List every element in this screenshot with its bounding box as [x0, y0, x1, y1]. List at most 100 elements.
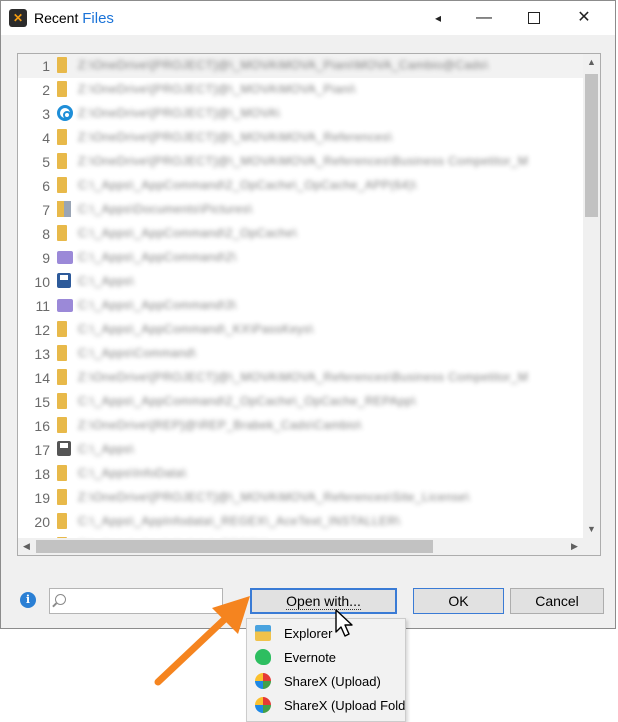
folder-yellow-icon	[57, 513, 67, 529]
row-number: 3	[42, 106, 50, 122]
row-number: 2	[42, 82, 50, 98]
file-path: C:\_Apps\_AppCommand\3\	[78, 298, 237, 312]
row-number: 8	[42, 226, 50, 242]
folder-yellow-icon	[57, 417, 67, 433]
row-number: 15	[34, 394, 50, 410]
folder-yellow-icon	[57, 81, 67, 97]
file-path: Z:\OneDrive\[PROJECT]@\_MOVA\MOVA_Refere…	[78, 130, 393, 144]
menu-item-explorer[interactable]: Explorer	[247, 621, 405, 645]
file-row[interactable]: 7 C:\_Apps\Documents\Pictures\	[18, 198, 583, 222]
row-number: 6	[42, 178, 50, 194]
file-row[interactable]: 5 Z:\OneDrive\[PROJECT]@\_MOVA\MOVA_Refer…	[18, 150, 583, 174]
folder-yellow-icon	[57, 345, 67, 361]
close-button[interactable]: ✕	[561, 1, 607, 35]
menu-item-sharex-upload-folder[interactable]: ShareX (Upload Fold	[247, 693, 406, 717]
horizontal-scrollbar[interactable]: ◀ ▶	[18, 538, 583, 555]
row-number: 9	[42, 250, 50, 266]
minimize-button[interactable]: —	[461, 1, 507, 35]
file-row[interactable]: 11 C:\_Apps\_AppCommand\3\	[18, 294, 583, 318]
title-text-files: Files	[82, 10, 114, 27]
info-icon[interactable]: i	[20, 592, 36, 608]
row-number: 13	[34, 346, 50, 362]
file-row[interactable]: 2 Z:\OneDrive\[PROJECT]@\_MOVA\MOVA_Piani…	[18, 78, 583, 102]
open-with-menu: Explorer Evernote ShareX (Upload) ShareX…	[246, 618, 406, 722]
file-path: Z:\OneDrive\[PROJECT]@\_MOVA\MOVA_Refere…	[78, 154, 529, 168]
folder-yellow-icon	[57, 489, 67, 505]
row-number: 10	[34, 274, 50, 290]
cancel-button[interactable]: Cancel	[510, 588, 604, 614]
menu-item-label: ShareX (Upload Fold	[284, 698, 406, 713]
maximize-icon	[528, 11, 540, 24]
annotation-arrow-icon	[154, 596, 250, 686]
file-row[interactable]: 3 Z:\OneDrive\[PROJECT]@\_MOVA\	[18, 102, 583, 126]
file-row[interactable]: 14 Z:\OneDrive\[PROJECT]@\_MOVA\MOVA_Refe…	[18, 366, 583, 390]
row-number: 5	[42, 154, 50, 170]
title-bar: ✕ Recent Files ◂ — ✕	[1, 1, 615, 35]
recent-files-dialog: ✕ Recent Files ◂ — ✕ 1 Z:\OneDrive\[PROJE…	[0, 0, 616, 629]
maximize-button[interactable]	[511, 1, 557, 35]
menu-item-label: ShareX (Upload)	[284, 674, 381, 689]
file-row[interactable]: 8 C:\_Apps\_AppCommand\2_OpCache\	[18, 222, 583, 246]
file-path: Z:\OneDrive\[PROJECT]@\_MOVA\MOVA_Piani\	[78, 82, 356, 96]
scrollbar-corner	[583, 538, 600, 555]
menu-item-label: Evernote	[284, 650, 337, 665]
sharex-icon	[255, 697, 271, 713]
file-row[interactable]: 1 Z:\OneDrive\[PROJECT]@\_MOVA\MOVA_Piani…	[18, 54, 583, 78]
scroll-left-icon[interactable]: ◀	[18, 538, 35, 555]
folder-yellow-icon	[57, 225, 67, 241]
window-title: Recent Files	[34, 10, 114, 27]
folder-yellow-icon	[57, 465, 67, 481]
recent-files-list[interactable]: 1 Z:\OneDrive\[PROJECT]@\_MOVA\MOVA_Piani…	[17, 53, 601, 556]
file-row[interactable]: 19 Z:\OneDrive\[PROJECT]@\_MOVA\MOVA_Refe…	[18, 486, 583, 510]
scroll-right-icon[interactable]: ▶	[566, 538, 583, 555]
file-path: C:\_Apps\_AppCommand\2_OpCache\_OpCache_…	[78, 178, 417, 192]
file-row[interactable]: 16 Z:\OneDrive\[REP]@\REP_Brabek_Cads\Cam…	[18, 414, 583, 438]
row-number: 4	[42, 130, 50, 146]
folder-yellow-icon	[57, 393, 67, 409]
menu-item-label: Explorer	[284, 626, 333, 641]
file-path: C:\_Apps\InfoData\	[78, 466, 187, 480]
row-number: 19	[34, 490, 50, 506]
menu-item-sharex-upload[interactable]: ShareX (Upload)	[247, 669, 405, 693]
file-row[interactable]: 13 C:\_Apps\Command\	[18, 342, 583, 366]
ok-button[interactable]: OK	[413, 588, 504, 614]
file-path: Z:\OneDrive\[PROJECT]@\_MOVA\	[78, 106, 281, 120]
scroll-down-icon[interactable]: ▼	[583, 521, 600, 538]
scroll-up-icon[interactable]: ▲	[583, 54, 600, 71]
file-path: Z:\OneDrive\[PROJECT]@\_MOVA\MOVA_Piani\…	[78, 58, 489, 72]
file-row[interactable]: 9 C:\_Apps\_AppCommand\2\	[18, 246, 583, 270]
row-number: 1	[42, 58, 50, 74]
folder-yellow-icon	[57, 153, 67, 169]
file-row[interactable]: 12 C:\_Apps\_AppCommand\_KX\PassKeys\	[18, 318, 583, 342]
vertical-scroll-thumb[interactable]	[585, 74, 598, 217]
file-row[interactable]: 4 Z:\OneDrive\[PROJECT]@\_MOVA\MOVA_Refer…	[18, 126, 583, 150]
menu-item-evernote[interactable]: Evernote	[247, 645, 405, 669]
file-path: C:\_Apps\_AppInfodata\_REGEX\_AceText_IN…	[78, 514, 401, 528]
folder-yellow-icon	[57, 369, 67, 385]
file-path: C:\_Apps\_AppCommand\2_OpCache\_OpCache_…	[78, 394, 417, 408]
title-text-recent: Recent	[34, 10, 79, 26]
folder-yellow-icon	[57, 177, 67, 193]
file-row[interactable]: 20 C:\_Apps\_AppInfodata\_REGEX\_AceText_…	[18, 510, 583, 534]
back-arrow-icon[interactable]: ◂	[415, 1, 461, 35]
mouse-cursor-icon	[335, 609, 353, 637]
file-row[interactable]: 6 C:\_Apps\_AppCommand\2_OpCache\_OpCache…	[18, 174, 583, 198]
file-row[interactable]: 15 C:\_Apps\_AppCommand\2_OpCache\_OpCach…	[18, 390, 583, 414]
horizontal-scroll-thumb[interactable]	[36, 540, 433, 553]
drive-gray-icon	[57, 441, 71, 456]
file-path: Z:\OneDrive\[PROJECT]@\_MOVA\MOVA_Refere…	[78, 490, 470, 504]
file-path: C:\_Apps\	[78, 442, 135, 456]
vertical-scrollbar[interactable]: ▲ ▼	[583, 54, 600, 538]
search-icon	[55, 594, 66, 605]
file-path: C:\_Apps\Command\	[78, 346, 197, 360]
row-number: 11	[35, 298, 50, 314]
file-row[interactable]: 18 C:\_Apps\InfoData\	[18, 462, 583, 486]
open-with-button[interactable]: Open with...	[250, 588, 397, 614]
file-row[interactable]: 10 C:\_Apps\	[18, 270, 583, 294]
row-number: 7	[42, 202, 50, 218]
folder-purple-icon	[57, 299, 73, 312]
folder-yellow-icon	[57, 129, 67, 145]
row-number: 18	[34, 466, 50, 482]
file-row[interactable]: 17 C:\_Apps\	[18, 438, 583, 462]
file-path: Z:\OneDrive\[REP]@\REP_Brabek_Cads\Cambi…	[78, 418, 362, 432]
